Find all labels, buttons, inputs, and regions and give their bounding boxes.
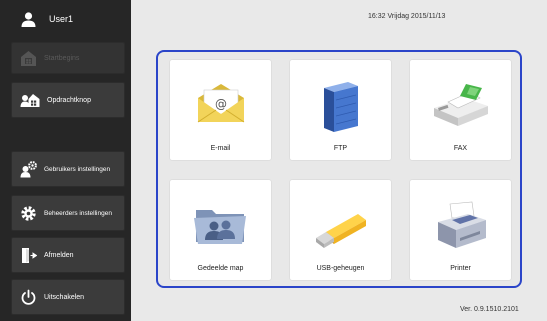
- sidebar-item-admin-settings[interactable]: Beheerders instellingen: [11, 195, 125, 231]
- sidebar: User1 Startbegins Opdrachtknop Gebruiker…: [0, 0, 131, 321]
- tile-label: Gedeelde map: [197, 265, 244, 272]
- sidebar-item-home[interactable]: Startbegins: [11, 42, 125, 74]
- function-grid: @ E-mail FTP FAX Gedeelde map USB-geheug…: [156, 50, 522, 288]
- sidebar-item-shutdown[interactable]: Uitschakelen: [11, 279, 125, 315]
- job-button-icon: [20, 93, 40, 107]
- tile-fax[interactable]: FAX: [410, 60, 511, 160]
- user-info: User1: [0, 0, 131, 38]
- logout-icon: [22, 247, 37, 263]
- tile-label: E-mail: [210, 145, 231, 152]
- tile-label: Printer: [450, 265, 471, 272]
- sidebar-item-logout[interactable]: Afmelden: [11, 237, 125, 273]
- sidebar-item-label: Afmelden: [44, 251, 74, 259]
- sidebar-item-label: Opdrachtknop: [47, 96, 91, 104]
- user-name: User1: [49, 14, 74, 24]
- tile-ftp[interactable]: FTP: [290, 60, 391, 160]
- version-text: Ver. 0.9.1510.2101: [460, 306, 519, 313]
- tile-label: FTP: [333, 145, 348, 152]
- sidebar-item-label: Gebruikers instellingen: [44, 165, 111, 173]
- tile-printer[interactable]: Printer: [410, 180, 511, 280]
- svg-text:@: @: [215, 97, 227, 111]
- user-icon: [21, 11, 36, 27]
- power-icon: [21, 289, 36, 305]
- sidebar-item-label: Beheerders instellingen: [44, 209, 112, 217]
- sidebar-item-job-button[interactable]: Opdrachtknop: [11, 82, 125, 118]
- shared-folder-icon: [194, 210, 246, 244]
- ftp-server-icon: [324, 82, 358, 132]
- sidebar-item-label: Uitschakelen: [44, 293, 85, 301]
- tile-label: FAX: [453, 145, 468, 152]
- sidebar-item-user-settings[interactable]: Gebruikers instellingen: [11, 151, 125, 187]
- tile-usb-memory[interactable]: USB-geheugen: [290, 180, 391, 280]
- user-settings-icon: [20, 160, 37, 177]
- printer-icon: [438, 201, 486, 248]
- tile-label: USB-geheugen: [316, 265, 365, 272]
- email-icon: @: [197, 84, 245, 123]
- sidebar-item-label: Startbegins: [44, 54, 80, 62]
- usb-memory-icon: [316, 214, 366, 248]
- gear-icon: [21, 205, 36, 221]
- tile-shared-folder[interactable]: Gedeelde map: [170, 180, 271, 280]
- fax-icon: [434, 84, 488, 126]
- home-icon: [21, 50, 36, 66]
- tile-email[interactable]: @ E-mail: [170, 60, 271, 160]
- date-time: 16:32 Vrijdag 2015/11/13: [368, 13, 446, 20]
